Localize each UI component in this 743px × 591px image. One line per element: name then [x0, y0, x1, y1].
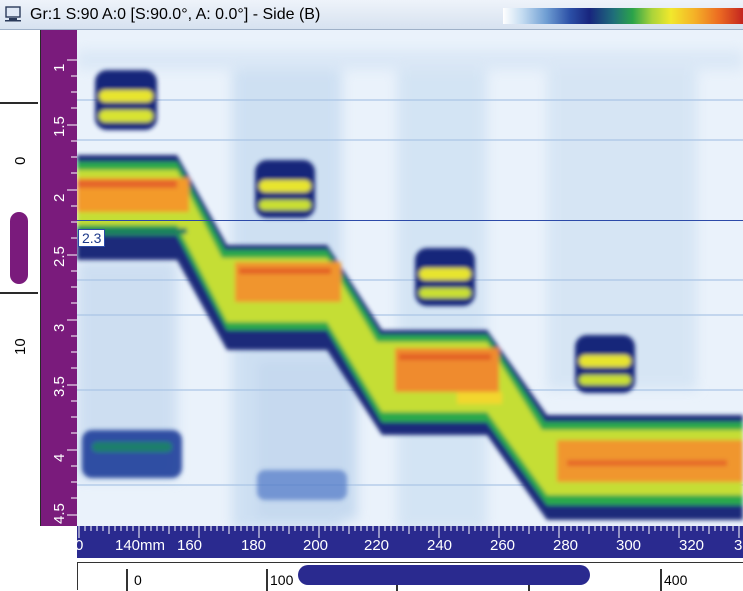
- bscan-view: [77, 30, 743, 526]
- color-palette-bar[interactable]: [503, 8, 743, 24]
- scrollbar-label: 400: [664, 572, 688, 588]
- scan-ruler-label: 3: [734, 537, 743, 554]
- depth-ruler-label: 3.5: [51, 376, 68, 397]
- index-axis-divider: [0, 292, 38, 294]
- scan-ruler[interactable]: 0 140mm 160 180 200 220 240 260 280 300 …: [75, 526, 743, 558]
- scrollbar-label: 100: [270, 572, 294, 588]
- index-axis-divider: [0, 102, 38, 104]
- index-axis-panel[interactable]: 0 10: [0, 30, 41, 526]
- depth-ruler-label: 2: [51, 193, 68, 202]
- index-axis-label: 10: [12, 338, 29, 355]
- depth-ruler-ticks: [67, 59, 77, 516]
- scan-ruler-label: 280: [553, 537, 579, 554]
- scan-ruler-label: 140mm: [115, 537, 166, 554]
- scrollbar-tick: [660, 569, 662, 591]
- window-title: Gr:1 S:90 A:0 [S:90.0°, A: 0.0°] - Side …: [30, 6, 321, 23]
- scrollbar-tick: [266, 569, 268, 591]
- scan-ruler-label: 160: [177, 537, 203, 554]
- scrollbar-tick: [126, 569, 128, 591]
- index-axis-label: 0: [12, 156, 29, 165]
- index-scroll-handle[interactable]: [10, 212, 28, 284]
- scan-ruler-label: 300: [616, 537, 642, 554]
- scan-ruler-label: 0: [75, 537, 84, 554]
- scan-ruler-label: 200: [303, 537, 329, 554]
- depth-ruler-label: 1.5: [51, 116, 68, 137]
- bscan-image[interactable]: [77, 30, 743, 526]
- depth-ruler-label: 2.5: [51, 246, 68, 267]
- scan-ruler-label: 240: [427, 537, 453, 554]
- depth-ruler-label: 4: [51, 453, 68, 462]
- title-bar: Gr:1 S:90 A:0 [S:90.0°, A: 0.0°] - Side …: [0, 0, 743, 30]
- depth-cursor-line[interactable]: [77, 220, 743, 221]
- scan-ruler-label: 220: [364, 537, 390, 554]
- scan-scroll-handle[interactable]: [298, 565, 590, 585]
- scan-ruler-label: 260: [490, 537, 516, 554]
- depth-ruler-label: 1: [51, 63, 68, 72]
- depth-ruler-label: 3: [51, 323, 68, 332]
- scan-ruler-label: 180: [241, 537, 267, 554]
- depth-cursor-value: 2.3: [78, 229, 106, 247]
- scrollbar-label: 0: [134, 572, 142, 588]
- scan-scrollbar[interactable]: 0 100 200 300 400: [0, 558, 743, 591]
- window-icon[interactable]: [4, 6, 22, 22]
- depth-ruler-label: 4.5: [51, 503, 68, 524]
- scan-ruler-label: 320: [679, 537, 705, 554]
- depth-ruler[interactable]: 1 1.5 2 2.5 3 3.5 4 4.5: [41, 30, 77, 526]
